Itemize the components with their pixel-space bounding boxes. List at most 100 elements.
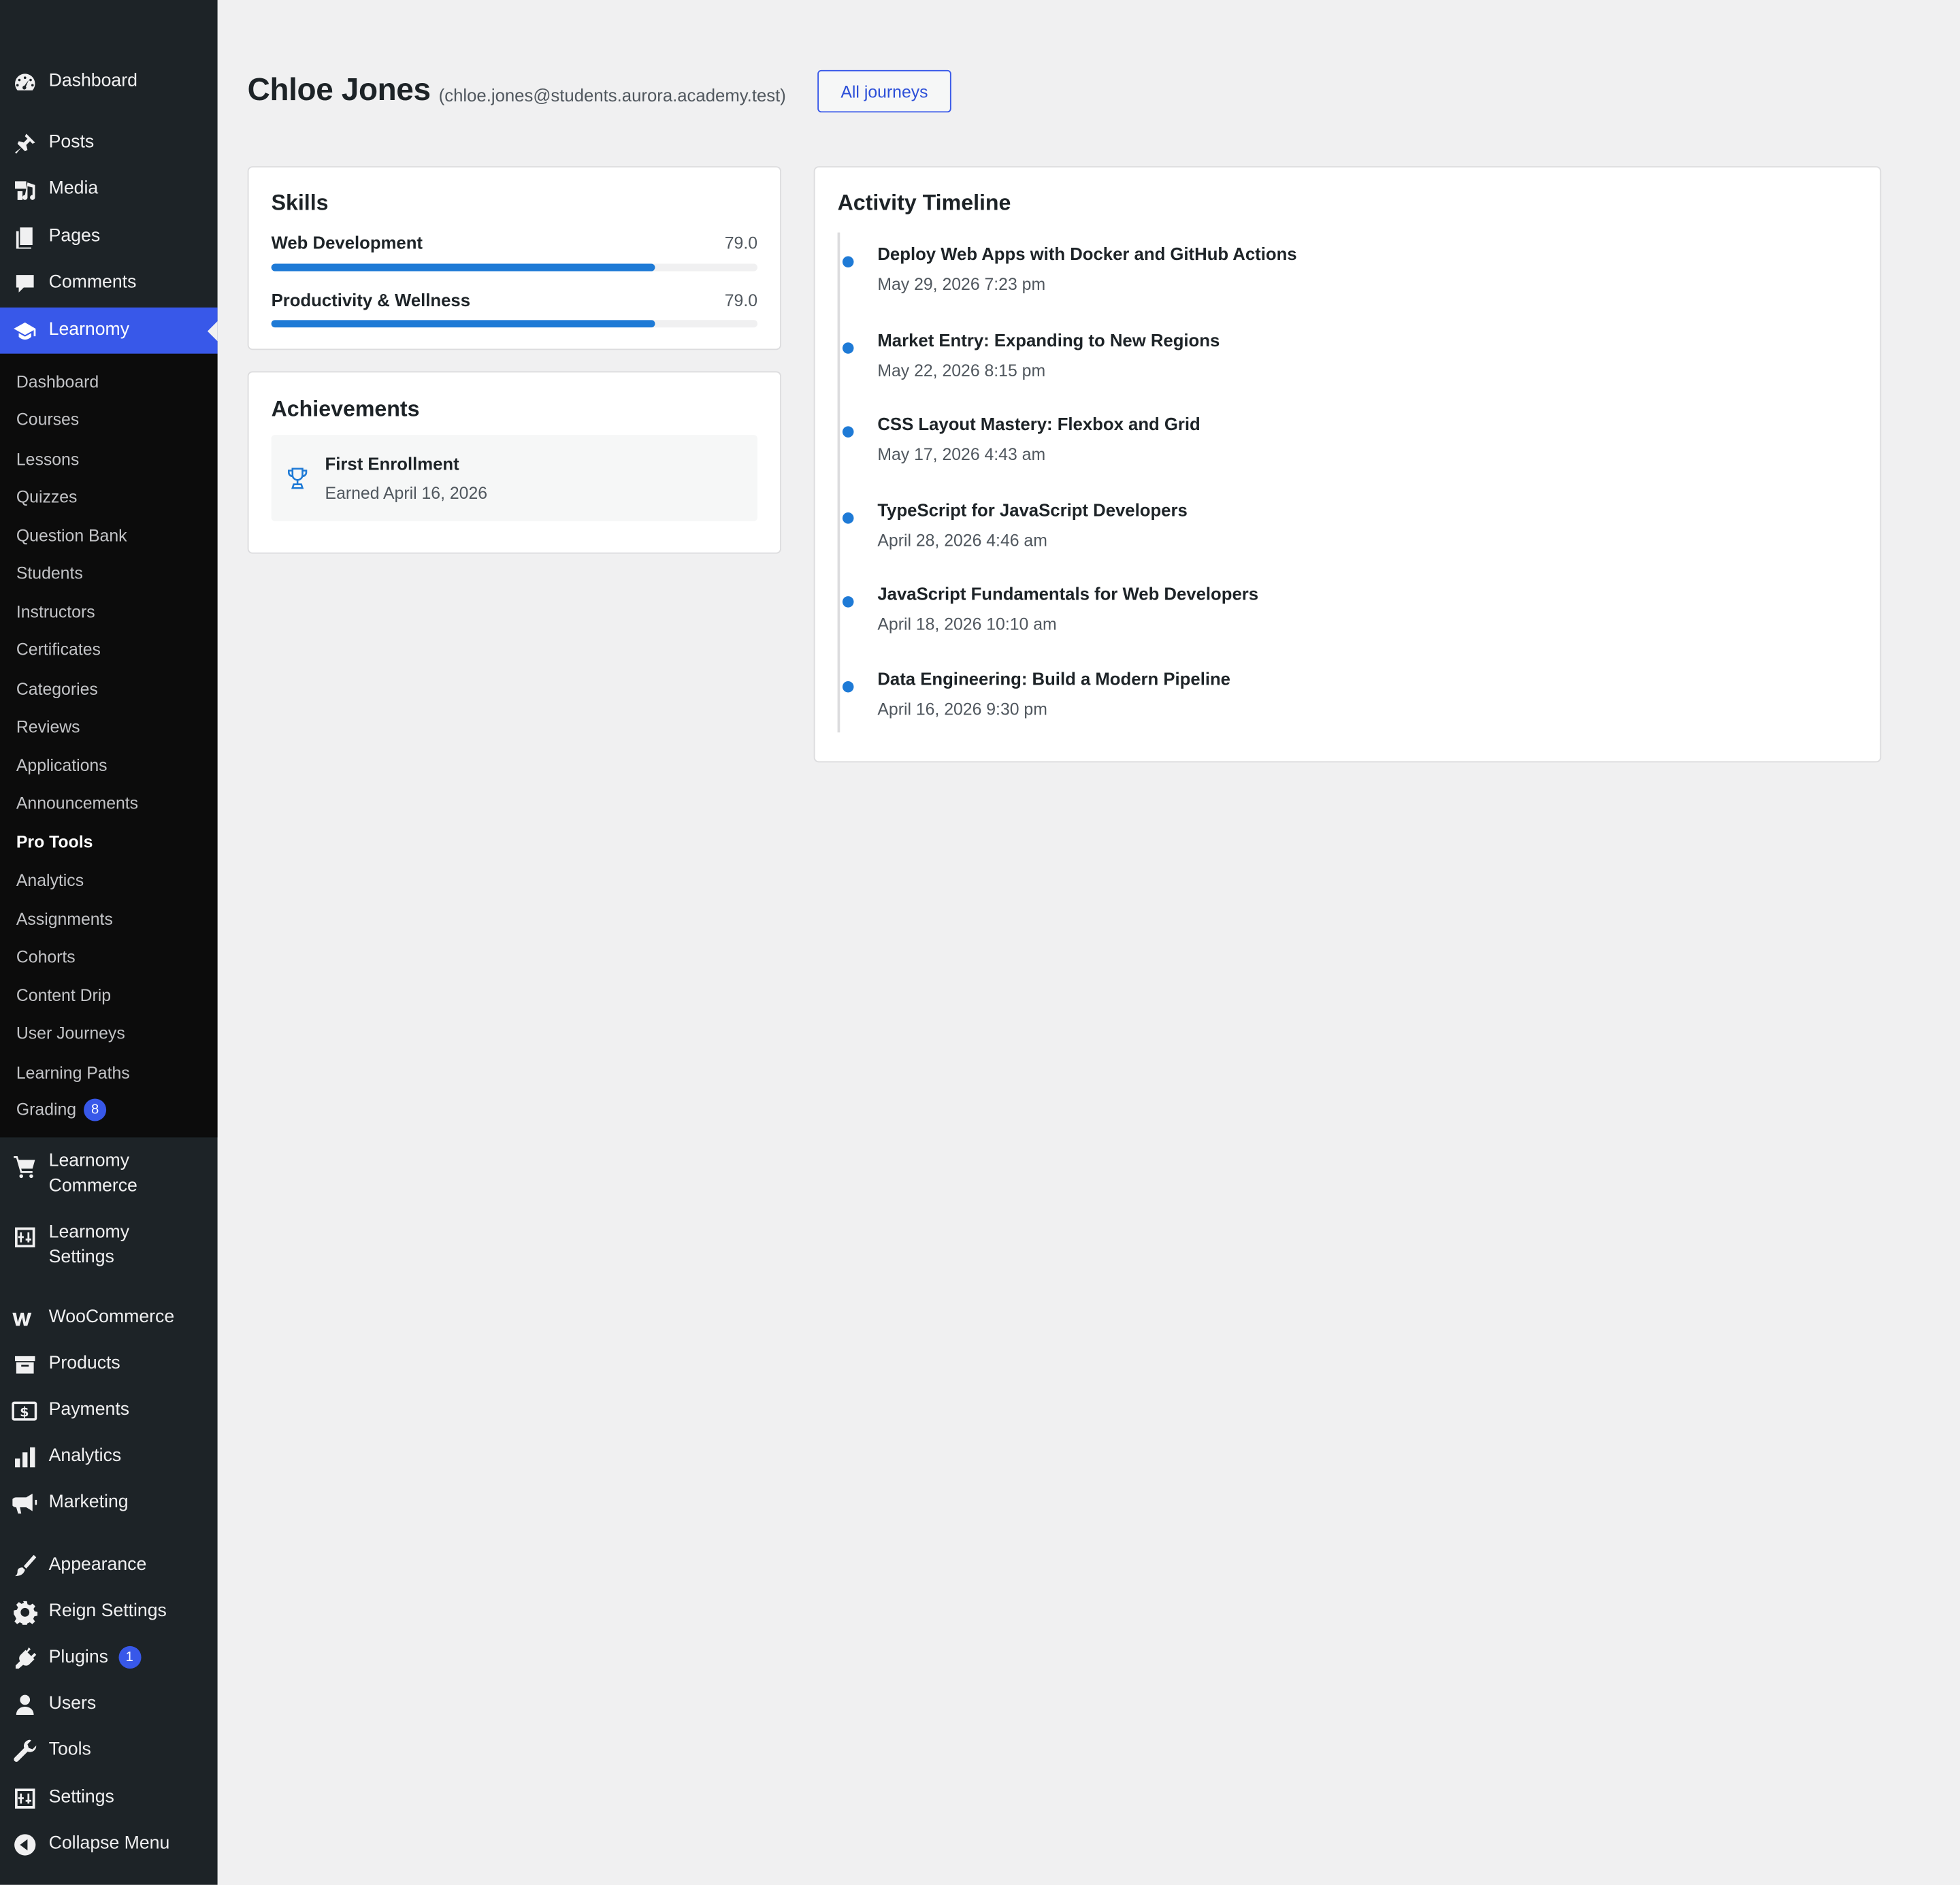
trophy-icon xyxy=(287,466,309,491)
graduation-cap-icon xyxy=(12,318,38,344)
menu-pages[interactable]: Pages xyxy=(0,215,218,260)
menu-learnomy-settings[interactable]: Learnomy Settings xyxy=(0,1221,218,1276)
achievement-title: First Enrollment xyxy=(325,453,459,474)
menu-label: Media xyxy=(48,179,99,199)
menu-woocommerce[interactable]: WooCommerce xyxy=(0,1296,218,1341)
submenu-analytics[interactable]: Analytics xyxy=(16,870,84,892)
submenu-quizzes[interactable]: Quizzes xyxy=(16,486,78,508)
timeline-dot xyxy=(842,596,854,608)
menu-posts[interactable]: Posts xyxy=(0,121,218,166)
submenu-courses[interactable]: Courses xyxy=(16,409,79,431)
submenu-pro-tools[interactable]: Pro Tools xyxy=(16,831,93,853)
timeline-dot xyxy=(842,256,854,268)
menu-label: Settings xyxy=(48,1787,114,1808)
megaphone-icon xyxy=(12,1490,38,1517)
pages-icon xyxy=(12,225,38,251)
menu-reign-settings[interactable]: Reign Settings xyxy=(0,1590,218,1635)
menu-tools[interactable]: Tools xyxy=(0,1728,218,1773)
menu-label: Collapse Menu xyxy=(48,1833,170,1854)
menu-learnomy-commerce[interactable]: Learnomy Commerce xyxy=(0,1150,218,1205)
user-icon xyxy=(12,1692,38,1718)
menu-label: Marketing xyxy=(48,1492,129,1513)
submenu-lessons[interactable]: Lessons xyxy=(16,448,79,471)
timeline-item-date: May 22, 2026 8:15 pm xyxy=(877,361,1046,380)
menu-label: Products xyxy=(48,1354,120,1374)
menu-label: Tools xyxy=(48,1740,91,1760)
menu-label: Comments xyxy=(48,272,137,293)
active-indicator xyxy=(207,321,218,341)
timeline-item-title: Market Entry: Expanding to New Regions xyxy=(877,329,1220,350)
submenu-instructors[interactable]: Instructors xyxy=(16,601,95,623)
menu-label: Dashboard xyxy=(48,71,137,92)
plugins-update-badge: 1 xyxy=(118,1646,141,1669)
timeline-dot xyxy=(842,681,854,693)
cart-icon xyxy=(12,1152,38,1179)
menu-users[interactable]: Users xyxy=(0,1682,218,1727)
timeline-dot xyxy=(842,426,854,438)
admin-sidebar: Dashboard Posts Media Pages Comments Lea… xyxy=(0,0,218,1885)
menu-label: Learnomy xyxy=(48,319,130,340)
timeline-item-date: May 17, 2026 4:43 am xyxy=(877,444,1046,464)
menu-analytics[interactable]: Analytics xyxy=(0,1435,218,1480)
menu-dashboard[interactable]: Dashboard xyxy=(0,60,218,105)
menu-label: Analytics xyxy=(48,1446,122,1466)
submenu-user-journeys[interactable]: User Journeys xyxy=(16,1022,125,1045)
submenu-question-bank[interactable]: Question Bank xyxy=(16,525,127,547)
skills-card: Skills Web Development 79.0 Productivity… xyxy=(247,166,781,350)
comment-icon xyxy=(12,271,38,297)
timeline-item-date: April 16, 2026 9:30 pm xyxy=(877,700,1047,719)
submenu-announcements[interactable]: Announcements xyxy=(16,792,138,815)
submenu-dashboard[interactable]: Dashboard xyxy=(16,371,99,393)
timeline-title: Activity Timeline xyxy=(837,190,1011,215)
menu-payments[interactable]: $ Payments xyxy=(0,1389,218,1434)
submenu-learning-paths[interactable]: Learning Paths xyxy=(16,1062,130,1085)
skill-value: 79.0 xyxy=(724,291,758,310)
settings-sliders-icon xyxy=(12,1224,38,1250)
submenu-content-drip[interactable]: Content Drip xyxy=(16,985,111,1007)
collapse-icon xyxy=(12,1832,38,1858)
menu-products[interactable]: Products xyxy=(0,1343,218,1388)
menu-learnomy[interactable]: Learnomy xyxy=(0,307,218,354)
submenu-categories[interactable]: Categories xyxy=(16,678,98,701)
timeline-item-date: May 29, 2026 7:23 pm xyxy=(877,275,1046,294)
submenu-students[interactable]: Students xyxy=(16,563,83,585)
pin-icon xyxy=(12,131,38,157)
woocommerce-icon xyxy=(12,1305,38,1332)
timeline-item-title: Data Engineering: Build a Modern Pipelin… xyxy=(877,668,1231,689)
submenu-applications[interactable]: Applications xyxy=(16,755,108,777)
all-journeys-button[interactable]: All journeys xyxy=(817,69,951,113)
menu-marketing[interactable]: Marketing xyxy=(0,1481,218,1526)
menu-settings[interactable]: Settings xyxy=(0,1776,218,1821)
menu-appearance[interactable]: Appearance xyxy=(0,1543,218,1588)
skills-title: Skills xyxy=(271,190,329,215)
menu-label: WooCommerce xyxy=(48,1307,175,1328)
menu-label: Posts xyxy=(48,133,95,153)
achievement-item: First Enrollment Earned April 16, 2026 xyxy=(271,435,758,521)
menu-media[interactable]: Media xyxy=(0,167,218,212)
menu-label: Reign Settings xyxy=(48,1601,167,1622)
timeline-dot xyxy=(842,512,854,524)
submenu-assignments[interactable]: Assignments xyxy=(16,908,113,931)
submenu-grading-label: Grading xyxy=(16,1100,77,1119)
menu-plugins[interactable]: Plugins 1 xyxy=(0,1636,218,1681)
bar-chart-icon xyxy=(12,1444,38,1471)
plugin-icon xyxy=(12,1645,38,1672)
menu-label: Learnomy Commerce xyxy=(48,1151,137,1196)
menu-label: Pages xyxy=(48,226,101,247)
settings-sliders-icon xyxy=(12,1786,38,1812)
timeline-item-title: TypeScript for JavaScript Developers xyxy=(877,499,1188,521)
submenu-cohorts[interactable]: Cohorts xyxy=(16,946,76,968)
dashboard-icon xyxy=(12,69,38,96)
menu-comments[interactable]: Comments xyxy=(0,261,218,306)
dollar-icon: $ xyxy=(12,1398,38,1424)
activity-timeline-card: Activity Timeline Deploy Web Apps with D… xyxy=(813,166,1882,763)
achievements-card: Achievements First Enrollment Earned Apr… xyxy=(247,371,781,554)
skill-progress-fill xyxy=(271,263,655,272)
menu-collapse[interactable]: Collapse Menu xyxy=(0,1822,218,1867)
submenu-certificates[interactable]: Certificates xyxy=(16,639,101,661)
submenu-grading[interactable]: Grading 8 xyxy=(16,1098,107,1122)
timeline-item-date: April 28, 2026 4:46 am xyxy=(877,531,1047,551)
skill-value: 79.0 xyxy=(724,233,758,253)
archive-icon xyxy=(12,1351,38,1378)
submenu-reviews[interactable]: Reviews xyxy=(16,716,80,738)
